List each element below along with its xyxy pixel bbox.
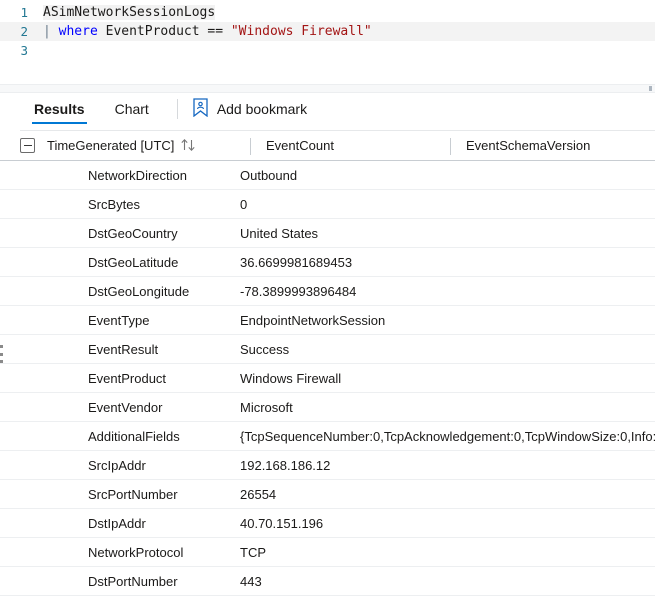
grid-header-row: TimeGenerated [UTC] EventCount EventSche… [0, 131, 655, 161]
sort-arrows-icon[interactable] [180, 138, 198, 152]
property-name: NetworkDirection [88, 168, 240, 183]
splitter-handle-icon [649, 86, 652, 91]
property-name: NetworkProtocol [88, 545, 240, 560]
property-name: EventResult [88, 342, 240, 357]
column-header-eventschemaversion-label: EventSchemaVersion [466, 131, 590, 161]
results-grid: TimeGenerated [UTC] EventCount EventSche… [0, 131, 655, 596]
table-row[interactable]: AdditionalFields {TcpSequenceNumber:0,Tc… [0, 422, 655, 451]
code-line-3[interactable]: 3 [0, 41, 655, 60]
property-value: United States [240, 226, 655, 241]
property-name: SrcPortNumber [88, 487, 240, 502]
table-row[interactable]: NetworkDirection Outbound [0, 161, 655, 190]
code-line-1-content: ASimNetworkSessionLogs [28, 3, 215, 22]
property-value: -78.3899993896484 [240, 284, 655, 299]
add-bookmark-button[interactable]: Add bookmark [192, 98, 307, 127]
token-table-name: ASimNetworkSessionLogs [43, 5, 215, 20]
minus-icon [24, 145, 32, 147]
token-string-literal: "Windows Firewall" [231, 24, 372, 39]
token-operator-equals: == [207, 24, 223, 39]
property-name: AdditionalFields [88, 429, 240, 444]
table-row[interactable]: DstGeoCountry United States [0, 219, 655, 248]
panel-splitter[interactable] [0, 84, 655, 93]
property-value: 36.6699981689453 [240, 255, 655, 270]
property-value: Microsoft [240, 400, 655, 415]
property-name: SrcBytes [88, 197, 240, 212]
column-header-timegenerated[interactable]: TimeGenerated [UTC] [47, 131, 251, 161]
table-row[interactable]: DstIpAddr 40.70.151.196 [0, 509, 655, 538]
property-value: 40.70.151.196 [240, 516, 655, 531]
table-row[interactable]: DstGeoLongitude -78.3899993896484 [0, 277, 655, 306]
line-number-1: 1 [0, 3, 28, 22]
property-value: 192.168.186.12 [240, 458, 655, 473]
vertical-scroll-grip[interactable] [0, 345, 3, 363]
property-name: DstPortNumber [88, 574, 240, 589]
property-name: DstGeoLongitude [88, 284, 240, 299]
grip-dot [0, 353, 3, 356]
bookmark-icon [192, 98, 209, 120]
column-header-eventcount-label: EventCount [266, 131, 334, 161]
table-row[interactable]: EventProduct Windows Firewall [0, 364, 655, 393]
property-value: EndpointNetworkSession [240, 313, 655, 328]
table-row[interactable]: DstPortNumber 443 [0, 567, 655, 596]
tab-chart[interactable]: Chart [113, 101, 151, 124]
property-name: EventVendor [88, 400, 240, 415]
column-header-eventschemaversion[interactable]: EventSchemaVersion [451, 131, 641, 161]
property-name: DstGeoCountry [88, 226, 240, 241]
code-line-2[interactable]: 2 | where EventProduct == "Windows Firew… [0, 22, 655, 41]
table-row[interactable]: EventVendor Microsoft [0, 393, 655, 422]
column-header-timegenerated-label: TimeGenerated [UTC] [47, 131, 174, 161]
grip-dot [0, 345, 3, 348]
property-name: EventProduct [88, 371, 240, 386]
tab-results-label: Results [34, 101, 85, 117]
property-value: 26554 [240, 487, 655, 502]
line-number-3: 3 [0, 41, 28, 60]
token-keyword-where: where [59, 24, 98, 39]
property-value: TCP [240, 545, 655, 560]
property-value: Outbound [240, 168, 655, 183]
token-column-eventproduct: EventProduct [106, 24, 200, 39]
table-row[interactable]: DstGeoLatitude 36.6699981689453 [0, 248, 655, 277]
query-editor[interactable]: 1 ASimNetworkSessionLogs 2 | where Event… [0, 0, 655, 84]
property-name: DstIpAddr [88, 516, 240, 531]
add-bookmark-label: Add bookmark [217, 101, 307, 117]
tab-chart-label: Chart [115, 101, 149, 117]
property-value: 443 [240, 574, 655, 589]
property-name: SrcIpAddr [88, 458, 240, 473]
property-value: Success [240, 342, 655, 357]
table-row[interactable]: EventType EndpointNetworkSession [0, 306, 655, 335]
token-pipe: | [43, 24, 59, 39]
column-header-eventcount[interactable]: EventCount [251, 131, 451, 161]
table-row[interactable]: EventResult Success [0, 335, 655, 364]
property-name: DstGeoLatitude [88, 255, 240, 270]
table-row[interactable]: NetworkProtocol TCP [0, 538, 655, 567]
results-tabbar: Results Chart Add bookmark [0, 93, 655, 131]
grip-dot [0, 360, 3, 363]
tab-results[interactable]: Results [32, 101, 87, 124]
toolbar-divider [177, 99, 178, 119]
property-value: Windows Firewall [240, 371, 655, 386]
code-line-2-content: | where EventProduct == "Windows Firewal… [28, 22, 372, 41]
code-line-1[interactable]: 1 ASimNetworkSessionLogs [0, 3, 655, 22]
grid-body: NetworkDirection Outbound SrcBytes 0 Dst… [0, 161, 655, 596]
collapse-all-button[interactable] [20, 138, 35, 153]
table-row[interactable]: SrcBytes 0 [0, 190, 655, 219]
property-name: EventType [88, 313, 240, 328]
table-row[interactable]: SrcIpAddr 192.168.186.12 [0, 451, 655, 480]
table-row[interactable]: SrcPortNumber 26554 [0, 480, 655, 509]
property-value: 0 [240, 197, 655, 212]
line-number-2: 2 [0, 22, 28, 41]
property-value: {TcpSequenceNumber:0,TcpAcknowledgement:… [240, 429, 655, 444]
